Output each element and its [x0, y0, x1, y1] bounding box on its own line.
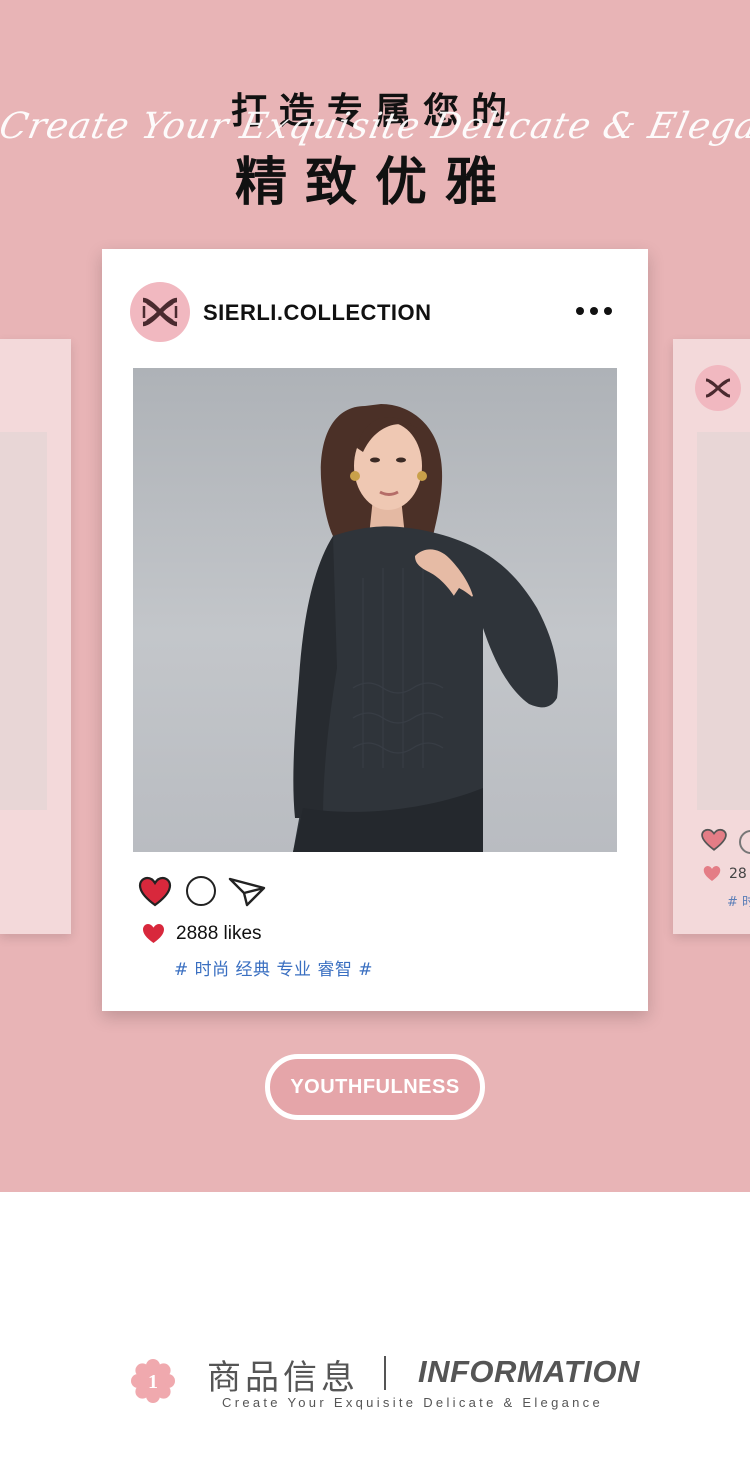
section-title-en: INFORMATION — [418, 1354, 640, 1389]
likes-count: 2888 likes — [176, 923, 262, 944]
post-photo — [133, 368, 617, 852]
hashtags[interactable]: # 时尚 经典 专业 睿智 # — [174, 955, 373, 980]
share-icon[interactable] — [227, 876, 267, 908]
comment-icon[interactable] — [186, 876, 216, 906]
section-title-cn: 商品信息 — [207, 1358, 359, 1398]
section-subtitle: Create Your Exquisite Delicate & Eleganc… — [222, 1395, 604, 1410]
heart-icon[interactable] — [138, 876, 172, 908]
side-post-card-right[interactable]: 28 # 时 — [673, 339, 750, 934]
like-heart-icon — [143, 923, 164, 944]
brand-name[interactable]: SIERLI.COLLECTION — [203, 300, 432, 326]
section-number: 1 — [148, 1371, 158, 1393]
side-hashtags: # 时 — [727, 895, 750, 910]
title-divider — [384, 1356, 386, 1390]
headline-line2: 精致优雅 — [234, 153, 515, 213]
comment-icon[interactable] — [739, 830, 750, 854]
more-dots-icon[interactable] — [572, 301, 616, 321]
flower-number-icon: 1 — [131, 1359, 175, 1403]
side-post-card-left[interactable] — [0, 339, 71, 934]
heart-icon[interactable] — [701, 828, 727, 852]
brand-logo-icon — [142, 297, 178, 327]
brand-logo-icon — [695, 365, 741, 411]
youthfulness-button[interactable]: YOUTHFULNESS — [265, 1054, 485, 1120]
post-card: SIERLI.COLLECTION 2888 likes # 时尚 经典 专业 … — [102, 249, 648, 1011]
side-post-photo — [0, 432, 47, 810]
brand-avatar[interactable] — [130, 282, 190, 342]
hero-section: 打造专属您的 Create Your Exquisite Delicate & … — [0, 0, 750, 1192]
like-heart-icon — [703, 866, 721, 881]
side-likes-count: 28 — [729, 866, 747, 882]
side-post-photo — [697, 432, 750, 810]
